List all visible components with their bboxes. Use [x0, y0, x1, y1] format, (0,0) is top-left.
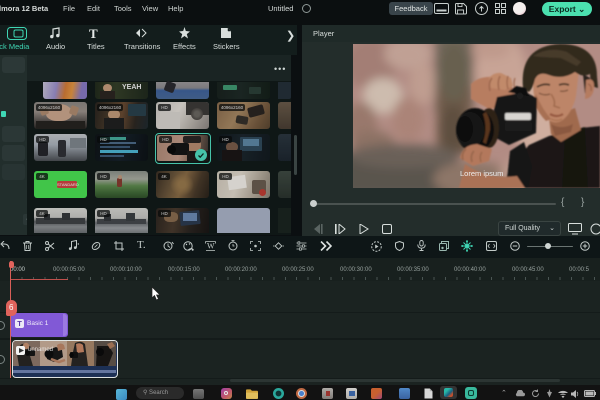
svg-text:Lorem ipsum: Lorem ipsum — [460, 169, 503, 178]
svg-text:W: W — [207, 242, 215, 251]
